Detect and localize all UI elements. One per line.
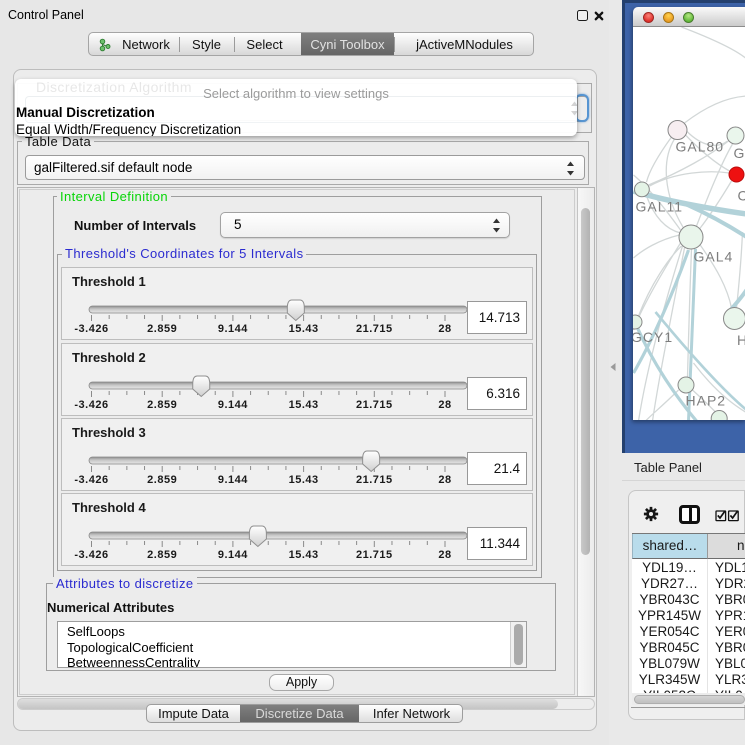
svg-text:HAP2: HAP2	[685, 393, 726, 409]
svg-text:-3.426: -3.426	[74, 399, 108, 411]
svg-text:15.43: 15.43	[289, 399, 319, 411]
svg-text:21.715: 21.715	[356, 474, 393, 486]
svg-text:CD: CD	[737, 188, 745, 204]
svg-text:28: 28	[438, 399, 451, 411]
svg-text:2.859: 2.859	[147, 323, 177, 335]
svg-text:28: 28	[438, 474, 451, 486]
svg-text:28: 28	[438, 323, 451, 335]
svg-text:15.43: 15.43	[289, 474, 319, 486]
svg-text:28: 28	[438, 549, 451, 561]
svg-text:9.144: 9.144	[218, 399, 248, 411]
svg-text:2.859: 2.859	[147, 399, 177, 411]
svg-text:9.144: 9.144	[218, 323, 248, 335]
svg-text:Threshold 1: Threshold 1	[72, 274, 146, 289]
svg-text:Threshold 4: Threshold 4	[72, 500, 146, 515]
svg-text:15.43: 15.43	[289, 549, 319, 561]
svg-text:GAL11: GAL11	[635, 199, 683, 215]
svg-text:HIS: HIS	[737, 332, 745, 348]
svg-text:GAL4: GAL4	[693, 249, 733, 265]
svg-text:GCY1: GCY1	[633, 329, 673, 345]
svg-text:9.144: 9.144	[218, 474, 248, 486]
svg-text:GAL80: GAL80	[675, 139, 724, 155]
svg-text:2.859: 2.859	[147, 549, 177, 561]
svg-text:15.43: 15.43	[289, 323, 319, 335]
svg-text:21.715: 21.715	[356, 549, 393, 561]
svg-text:-3.426: -3.426	[74, 474, 108, 486]
svg-text:-3.426: -3.426	[74, 323, 108, 335]
svg-text:21.715: 21.715	[356, 323, 393, 335]
svg-text:2.859: 2.859	[147, 474, 177, 486]
svg-text:21.715: 21.715	[356, 399, 393, 411]
svg-text:Threshold 2: Threshold 2	[72, 350, 146, 365]
svg-text:9.144: 9.144	[218, 549, 248, 561]
svg-text:Threshold 3: Threshold 3	[72, 425, 146, 440]
svg-text:GAL2: GAL2	[733, 145, 745, 161]
svg-text:-3.426: -3.426	[74, 549, 108, 561]
